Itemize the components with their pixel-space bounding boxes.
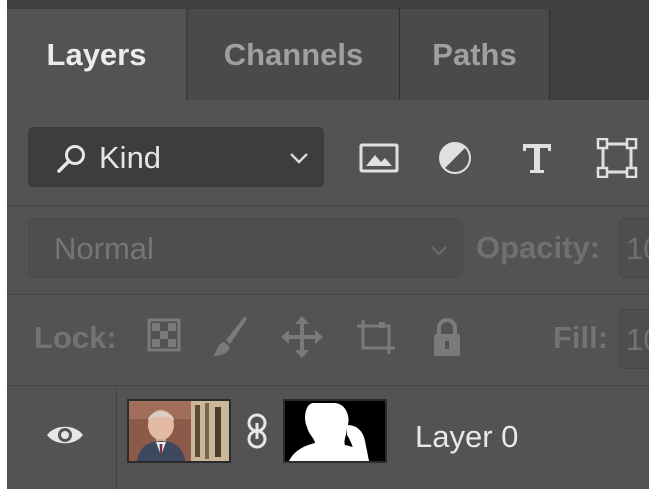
divider: [7, 205, 649, 206]
filter-kind-select[interactable]: Kind: [28, 127, 324, 187]
divider: [7, 294, 649, 295]
lock-label: Lock:: [34, 320, 117, 355]
layer-thumbnail[interactable]: [127, 399, 231, 463]
visibility-cell[interactable]: [7, 387, 117, 489]
shape-filter-icon[interactable]: [595, 138, 639, 178]
layer-mask-image: [285, 401, 385, 461]
lock-transparent-pixels-icon[interactable]: [147, 318, 181, 352]
opacity-input[interactable]: 10: [619, 218, 649, 278]
layer-row[interactable]: Layer 0: [7, 387, 649, 489]
layer-name[interactable]: Layer 0: [415, 419, 518, 455]
layer-mask-thumbnail[interactable]: [283, 399, 387, 463]
lock-image-pixels-icon[interactable]: [212, 314, 248, 358]
layers-panel: Layers Channels Paths Kind Normal Opacit…: [7, 0, 649, 489]
lock-all-icon[interactable]: [430, 316, 464, 358]
type-filter-icon[interactable]: [515, 138, 559, 178]
tab-layers[interactable]: Layers: [7, 9, 186, 101]
lock-position-icon[interactable]: [281, 316, 323, 358]
fill-label: Fill:: [553, 320, 609, 355]
search-icon: [57, 145, 85, 173]
fill-input[interactable]: 10: [619, 309, 649, 369]
tab-channels[interactable]: Channels: [188, 9, 400, 100]
adjustment-filter-icon[interactable]: [433, 138, 477, 178]
image-filter-icon[interactable]: [357, 138, 401, 178]
blend-mode-select[interactable]: Normal: [28, 218, 463, 278]
filter-kind-label: Kind: [99, 140, 162, 175]
mask-link-icon[interactable]: [245, 413, 269, 449]
chevron-down-icon: [431, 246, 447, 256]
blend-mode-label: Normal: [54, 231, 154, 266]
panel-tab-bar: Layers Channels Paths: [7, 0, 649, 101]
eye-icon[interactable]: [45, 422, 85, 448]
layer-thumbnail-image: [129, 401, 229, 461]
chevron-down-icon: [290, 153, 308, 164]
opacity-label: Opacity:: [476, 230, 601, 265]
lock-artboard-icon[interactable]: [355, 318, 397, 356]
divider: [7, 385, 649, 386]
tab-paths[interactable]: Paths: [400, 9, 550, 100]
